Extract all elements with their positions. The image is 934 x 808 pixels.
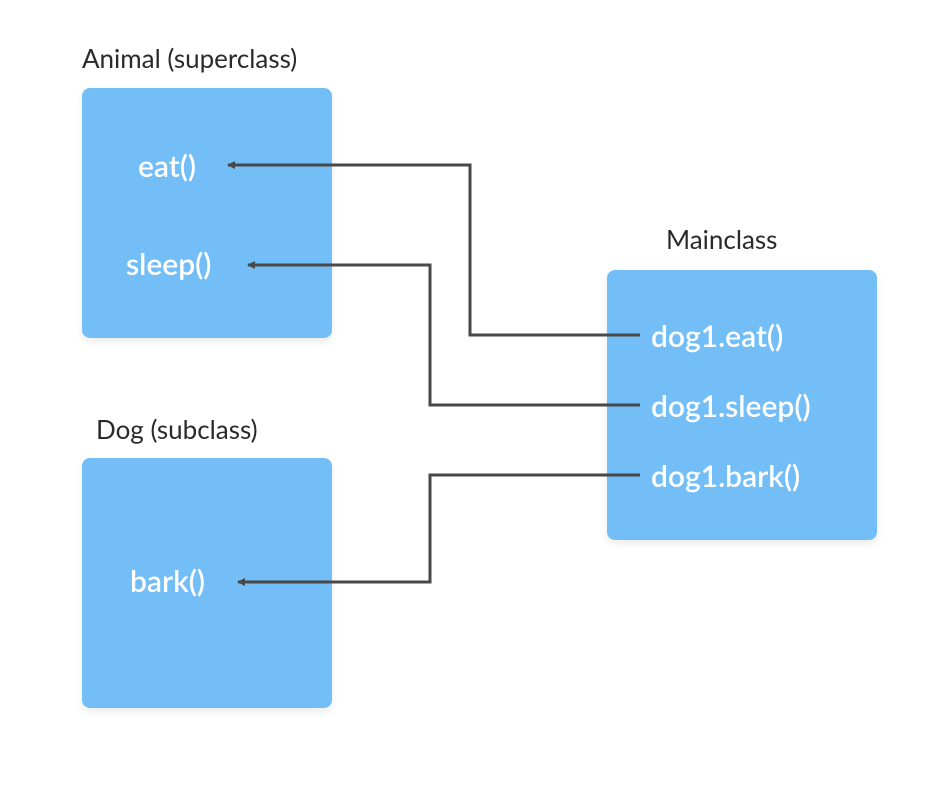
subclass-label: Dog (subclass) — [96, 413, 258, 445]
mainclass-call-sleep: dog1.sleep() — [651, 388, 811, 424]
mainclass-box: dog1.eat() dog1.sleep() dog1.bark() — [607, 270, 877, 540]
superclass-label: Animal (superclass) — [82, 42, 297, 74]
mainclass-label: Mainclass — [666, 223, 777, 255]
subclass-method-bark: bark() — [130, 563, 205, 599]
mainclass-call-eat: dog1.eat() — [651, 318, 783, 354]
superclass-method-sleep: sleep() — [126, 246, 211, 282]
mainclass-call-bark: dog1.bark() — [651, 458, 800, 494]
subclass-box: bark() — [82, 458, 332, 708]
superclass-method-eat: eat() — [138, 148, 196, 184]
superclass-box: eat() sleep() — [82, 88, 332, 338]
